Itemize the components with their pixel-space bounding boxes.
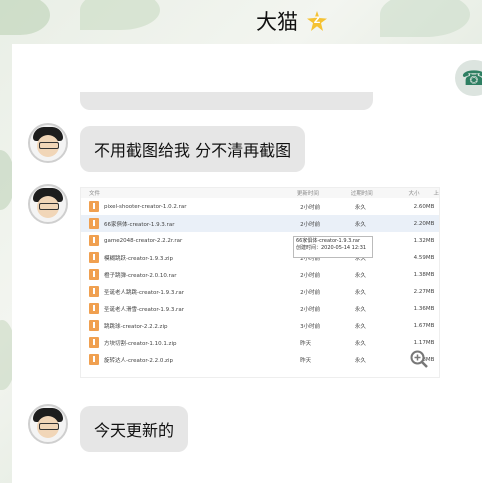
file-name-cell: 旋转达人-creator-2.2.0.zip [81,354,300,365]
file-name: 橙子跳弹-creator-2.0.10.rar [104,272,177,279]
tooltip-filename: 66家俱体-creator-1.9.3.rar [296,238,361,244]
level-badge: Z [313,16,321,26]
file-name: 旋转达人-creator-2.2.0.zip [104,357,173,364]
file-time-cell: 昨天 [300,357,312,364]
column-header: 上 [433,191,439,197]
chat-title: 大猫 [256,10,298,34]
file-expire-cell: 永久 [354,340,366,347]
file-row[interactable]: 跳跳球-creator-2.2.2.zip 3小时前 永久 1.67MB [81,317,439,334]
file-name-cell: game2048-creator-2.2.2r.rar [81,235,300,246]
file-row[interactable]: 圣诞老人跳跳-creator-1.9.3.rar 2小时前 永久 2.27MB [81,283,439,300]
file-name-cell: 跳跳球-creator-2.2.2.zip [81,320,300,331]
file-icon [89,320,99,331]
file-row[interactable]: 橙子跳弹-creator-2.0.10.rar 2小时前 永久 1.38MB [81,266,439,283]
file-time-cell: 昨天 [300,340,312,347]
column-header: 过期时间 [350,191,373,197]
file-tooltip: 66家俱体-creator-1.9.3.rar 创建时间：2020-05-14 … [293,236,373,258]
file-size-cell: 4.59MB [413,254,435,261]
file-name-cell: 橙子跳弹-creator-2.0.10.rar [81,269,300,280]
file-size-cell: 2.60MB [413,203,435,210]
file-icon [89,252,99,263]
file-time-cell: 3小时前 [300,323,321,330]
image-message[interactable]: 文件 更新时间 过期时间 大小 上 pixel-shooter-creator-… [80,187,440,378]
file-name: pixel-shooter-creator-1.0.2.rar [104,203,187,210]
file-name-cell: 圣诞老人滑雪-creator-1.9.3.rar [81,303,300,314]
file-size-cell: 1.32MB [413,237,435,244]
zoom-in-icon[interactable] [410,350,428,368]
column-header: 大小 [408,191,420,197]
file-name: 圣诞老人跳跳-creator-1.9.3.rar [104,289,184,296]
file-time-cell: 2小时前 [300,221,321,228]
file-expire-cell: 永久 [354,306,366,313]
file-name-cell: 模糊跳跃-creator-1.9.3.zip [81,252,300,263]
file-expire-cell: 永久 [354,221,366,228]
file-name-cell: 圣诞老人跳跳-creator-1.9.3.rar [81,286,300,297]
file-time-cell: 2小时前 [300,289,321,296]
message-text: 今天更新的 [94,421,175,440]
avatar[interactable] [28,123,68,163]
column-header: 更新时间 [296,191,319,197]
file-size-cell: 1.36MB [413,305,435,312]
file-expire-cell: 永久 [354,357,366,364]
file-icon [89,235,99,246]
file-name: 跳跳球-creator-2.2.2.zip [104,323,168,330]
file-expire-cell: 永久 [354,204,366,211]
file-time-cell: 2小时前 [300,272,321,279]
file-row[interactable]: 圣诞老人滑雪-creator-1.9.3.rar 2小时前 永久 1.36MB [81,300,439,317]
file-name-cell: 方块切割-creator-1.10.1.zip [81,337,300,348]
file-table-header: 文件 更新时间 过期时间 大小 上 [81,188,439,198]
file-icon [89,286,99,297]
file-size-cell: 1.38MB [413,271,435,278]
file-expire-cell: 永久 [354,289,366,296]
file-size-cell: 1.67MB [413,322,435,329]
file-icon [89,218,99,229]
avatar[interactable] [28,404,68,444]
file-name-cell: pixel-shooter-creator-1.0.2.rar [81,201,300,212]
previous-message-bubble [80,92,373,110]
message-text: 不用截图给我 分不清再截图 [94,141,292,160]
file-icon [89,337,99,348]
chat-header: 大猫 Z [0,0,482,44]
file-expire-cell: 永久 [354,272,366,279]
file-name-cell: 66家俱体-creator-1.9.3.rar [81,218,300,229]
file-size-cell: 2.27MB [413,288,435,295]
file-row[interactable]: 旋转达人-creator-2.2.0.zip昨天永久1.28MB [81,351,439,368]
file-row[interactable]: pixel-shooter-creator-1.0.2.rar 2小时前 永久 2.6… [81,198,439,215]
file-name: 圣诞老人滑雪-creator-1.9.3.rar [104,306,184,313]
file-row[interactable]: 66家俱体-creator-1.9.3.rar 2小时前 永久 2.20MB [81,215,439,232]
file-time-cell: 2小时前 [300,204,321,211]
file-row[interactable]: 方块切割-creator-1.10.1.zip 昨天 永久 1.17MB [81,334,439,351]
file-row[interactable]: game2048-creator-2.2.2r.rar2小时前永久1.32MB [81,232,439,249]
column-header: 文件 [89,191,101,197]
message-bubble[interactable]: 不用截图给我 分不清再截图 [80,126,306,172]
file-icon [89,303,99,314]
file-size-cell: 1.17MB [413,339,435,346]
file-name: 方块切割-creator-1.10.1.zip [104,340,177,347]
avatar[interactable] [28,184,68,224]
file-expire-cell: 永久 [354,323,366,330]
file-name: 66家俱体-creator-1.9.3.rar [104,221,175,228]
file-time-cell: 2小时前 [300,306,321,313]
tooltip-created: 创建时间：2020-05-14 12:31 [296,245,367,251]
message-bubble[interactable]: 今天更新的 [80,406,189,452]
star-icon: Z [307,11,327,31]
file-icon [89,269,99,280]
file-icon [89,201,99,212]
file-size-cell: 2.20MB [413,220,435,227]
file-row[interactable]: 模糊跳跃-creator-1.9.3.zip 2小时前 永久 4.59MB [81,249,439,266]
file-icon [89,354,99,365]
file-name: 模糊跳跃-creator-1.9.3.zip [104,255,173,262]
file-name: game2048-creator-2.2.2r.rar [104,237,183,244]
